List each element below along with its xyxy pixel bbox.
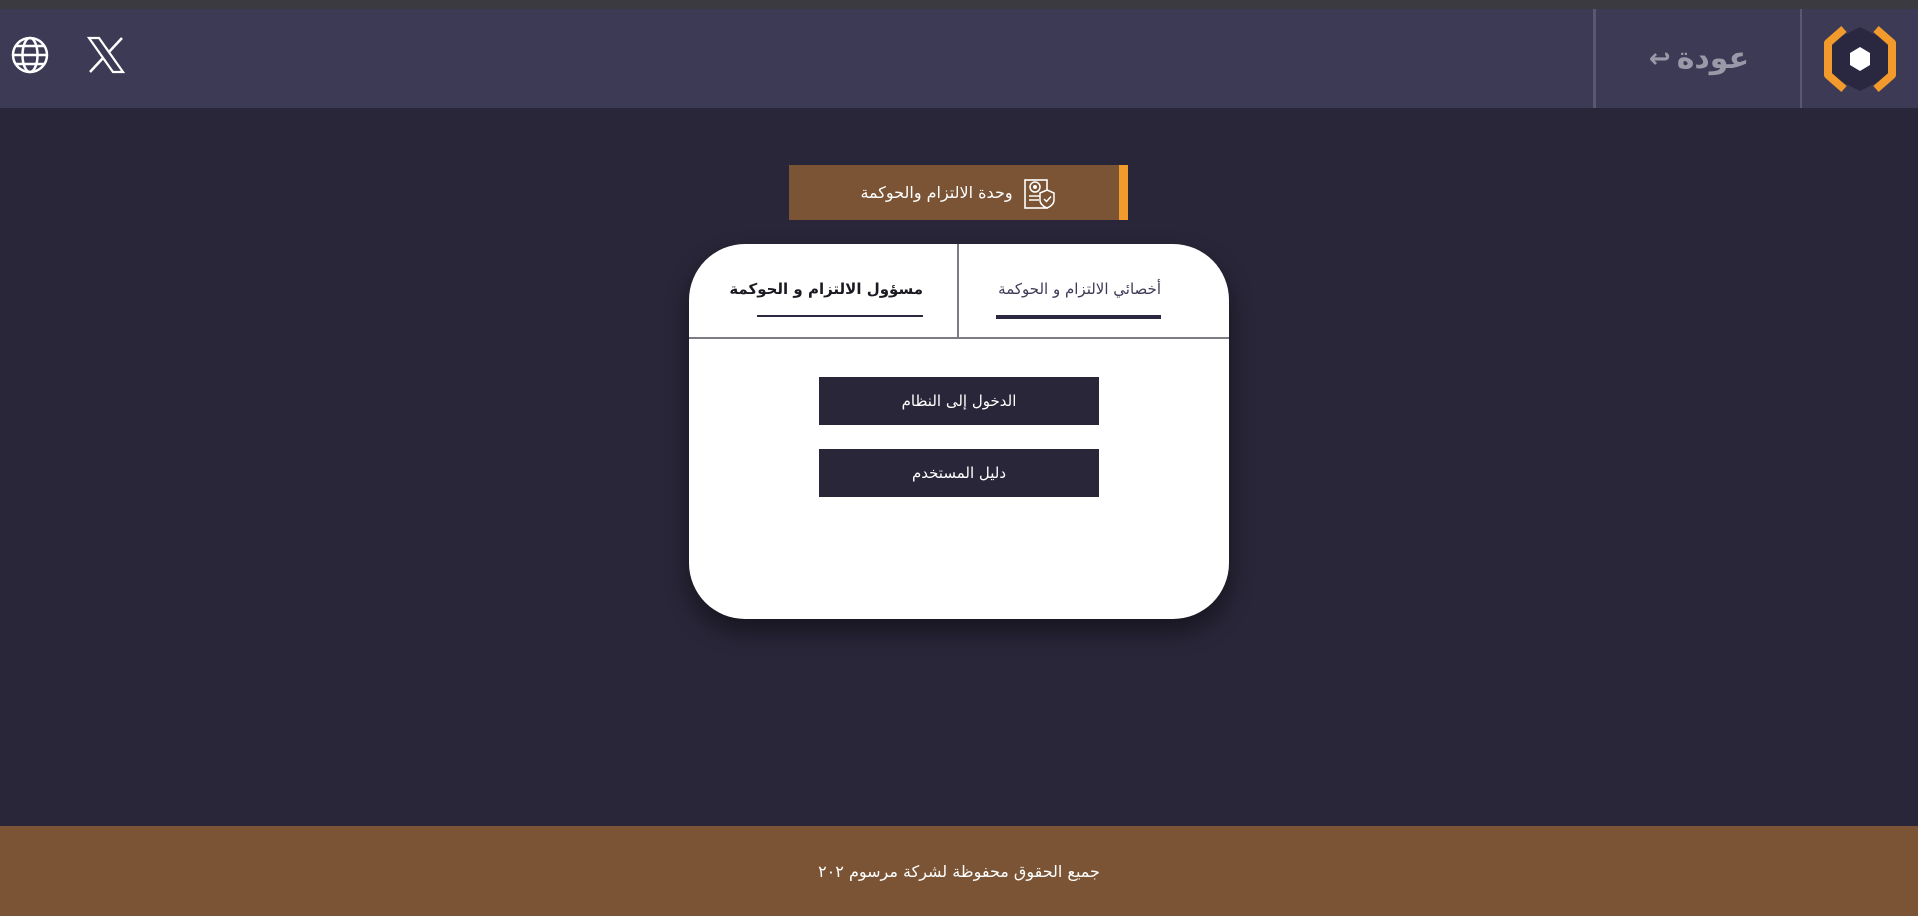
unit-title: وحدة الالتزام والحوكمة <box>860 183 1013 202</box>
browser-top-strip <box>0 0 1918 9</box>
back-arrow-icon: ↩ <box>1648 43 1671 74</box>
top-header: ↩ عودة <box>0 9 1918 108</box>
globe-icon[interactable] <box>10 35 50 75</box>
app-logo[interactable] <box>1800 9 1918 108</box>
tab-underline <box>757 315 923 317</box>
footer: جميع الحقوق محفوظة لشركة مرسوم ٢٠٢ <box>0 826 1918 916</box>
tab-officer[interactable]: مسؤول الالتزام و الحوكمة <box>689 244 957 337</box>
x-logo-icon[interactable] <box>86 35 126 75</box>
app-logo-icon <box>1824 25 1896 92</box>
login-card: أخصائي الالتزام و الحوكمة مسؤول الالتزام… <box>689 244 1229 619</box>
banner-accent <box>1119 165 1128 220</box>
tab-specialist-label: أخصائي الالتزام و الحوكمة <box>998 280 1161 298</box>
tab-officer-label: مسؤول الالتزام و الحوكمة <box>729 280 923 298</box>
back-button[interactable]: ↩ عودة <box>1593 9 1802 108</box>
unit-title-banner: وحدة الالتزام والحوكمة <box>789 165 1128 220</box>
document-badge-icon <box>1023 178 1055 209</box>
login-button[interactable]: الدخول إلى النظام <box>819 377 1099 425</box>
tab-divider <box>957 244 959 337</box>
tab-specialist[interactable]: أخصائي الالتزام و الحوكمة <box>959 244 1229 337</box>
user-guide-button[interactable]: دليل المستخدم <box>819 449 1099 497</box>
copyright-text: جميع الحقوق محفوظة لشركة مرسوم ٢٠٢ <box>818 861 1100 881</box>
role-tabs: أخصائي الالتزام و الحوكمة مسؤول الالتزام… <box>689 244 1229 339</box>
tab-active-indicator <box>996 315 1161 319</box>
back-label: عودة <box>1676 41 1750 76</box>
